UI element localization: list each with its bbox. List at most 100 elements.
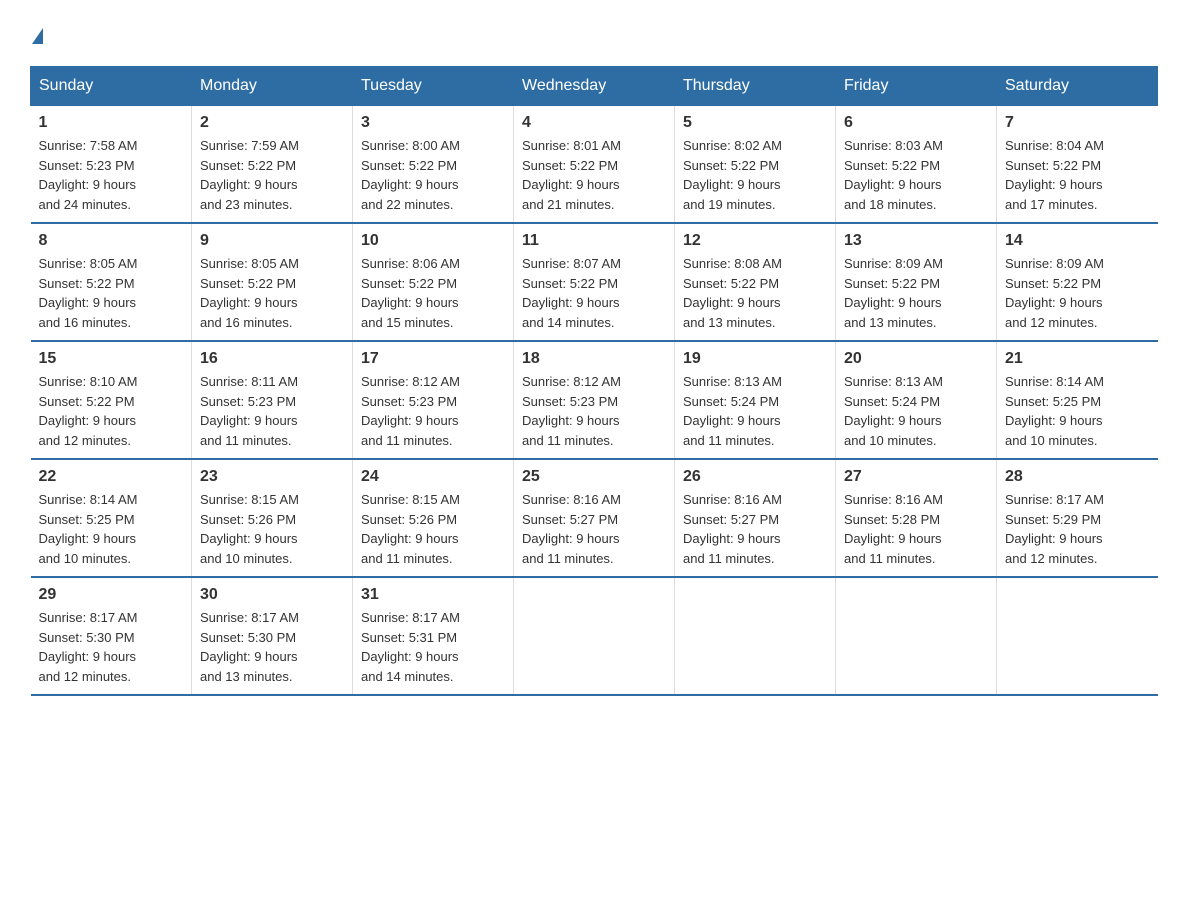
day-number: 4 bbox=[522, 114, 666, 132]
calendar-cell: 11 Sunrise: 8:07 AMSunset: 5:22 PMDayligh… bbox=[514, 223, 675, 341]
calendar-cell: 29Sunrise: 8:17 AMSunset: 5:30 PMDayligh… bbox=[31, 577, 192, 695]
day-number: 18 bbox=[522, 350, 666, 368]
day-number: 20 bbox=[844, 350, 988, 368]
calendar-cell: 20 Sunrise: 8:13 AMSunset: 5:24 PMDayligh… bbox=[836, 341, 997, 459]
calendar-cell: 10 Sunrise: 8:06 AMSunset: 5:22 PMDayligh… bbox=[353, 223, 514, 341]
calendar-cell: 6 Sunrise: 8:03 AMSunset: 5:22 PMDaylight… bbox=[836, 106, 997, 224]
calendar-cell bbox=[675, 577, 836, 695]
calendar-cell: 12Sunrise: 8:08 AMSunset: 5:22 PMDayligh… bbox=[675, 223, 836, 341]
day-info: Sunrise: 8:10 AMSunset: 5:22 PMDaylight:… bbox=[39, 372, 184, 450]
day-number: 24 bbox=[361, 468, 505, 486]
calendar-header-row: SundayMondayTuesdayWednesdayThursdayFrid… bbox=[31, 67, 1158, 106]
calendar-cell: 15Sunrise: 8:10 AMSunset: 5:22 PMDayligh… bbox=[31, 341, 192, 459]
day-number: 11 bbox=[522, 232, 666, 250]
calendar-cell: 31 Sunrise: 8:17 AMSunset: 5:31 PMDayligh… bbox=[353, 577, 514, 695]
logo-triangle-icon bbox=[32, 28, 43, 44]
calendar-cell: 24 Sunrise: 8:15 AMSunset: 5:26 PMDayligh… bbox=[353, 459, 514, 577]
calendar-cell: 30 Sunrise: 8:17 AMSunset: 5:30 PMDayligh… bbox=[192, 577, 353, 695]
day-number: 9 bbox=[200, 232, 344, 250]
day-number: 7 bbox=[1005, 114, 1150, 132]
logo bbox=[30, 30, 43, 46]
day-number: 13 bbox=[844, 232, 988, 250]
day-info: Sunrise: 8:17 AMSunset: 5:31 PMDaylight:… bbox=[361, 608, 505, 686]
calendar-cell: 4 Sunrise: 8:01 AMSunset: 5:22 PMDaylight… bbox=[514, 106, 675, 224]
header-tuesday: Tuesday bbox=[353, 67, 514, 106]
day-number: 29 bbox=[39, 586, 184, 604]
day-info: Sunrise: 8:15 AMSunset: 5:26 PMDaylight:… bbox=[361, 490, 505, 568]
day-number: 23 bbox=[200, 468, 344, 486]
calendar-table: SundayMondayTuesdayWednesdayThursdayFrid… bbox=[30, 66, 1158, 696]
day-number: 26 bbox=[683, 468, 827, 486]
day-info: Sunrise: 8:14 AMSunset: 5:25 PMDaylight:… bbox=[1005, 372, 1150, 450]
day-info: Sunrise: 8:11 AMSunset: 5:23 PMDaylight:… bbox=[200, 372, 344, 450]
day-info: Sunrise: 8:16 AMSunset: 5:27 PMDaylight:… bbox=[522, 490, 666, 568]
day-number: 16 bbox=[200, 350, 344, 368]
day-number: 25 bbox=[522, 468, 666, 486]
day-number: 17 bbox=[361, 350, 505, 368]
header-friday: Friday bbox=[836, 67, 997, 106]
calendar-cell: 23 Sunrise: 8:15 AMSunset: 5:26 PMDayligh… bbox=[192, 459, 353, 577]
header-thursday: Thursday bbox=[675, 67, 836, 106]
calendar-cell: 7 Sunrise: 8:04 AMSunset: 5:22 PMDaylight… bbox=[997, 106, 1158, 224]
calendar-cell: 13Sunrise: 8:09 AMSunset: 5:22 PMDayligh… bbox=[836, 223, 997, 341]
header-sunday: Sunday bbox=[31, 67, 192, 106]
day-info: Sunrise: 8:07 AMSunset: 5:22 PMDaylight:… bbox=[522, 254, 666, 332]
calendar-cell: 22Sunrise: 8:14 AMSunset: 5:25 PMDayligh… bbox=[31, 459, 192, 577]
day-info: Sunrise: 8:01 AMSunset: 5:22 PMDaylight:… bbox=[522, 136, 666, 214]
day-number: 1 bbox=[39, 114, 184, 132]
day-info: Sunrise: 8:13 AMSunset: 5:24 PMDaylight:… bbox=[844, 372, 988, 450]
calendar-week-row: 1 Sunrise: 7:58 AMSunset: 5:23 PMDaylight… bbox=[31, 106, 1158, 224]
calendar-cell: 25 Sunrise: 8:16 AMSunset: 5:27 PMDayligh… bbox=[514, 459, 675, 577]
calendar-cell: 17 Sunrise: 8:12 AMSunset: 5:23 PMDayligh… bbox=[353, 341, 514, 459]
day-number: 14 bbox=[1005, 232, 1150, 250]
day-info: Sunrise: 8:15 AMSunset: 5:26 PMDaylight:… bbox=[200, 490, 344, 568]
day-info: Sunrise: 7:59 AMSunset: 5:22 PMDaylight:… bbox=[200, 136, 344, 214]
day-info: Sunrise: 8:02 AMSunset: 5:22 PMDaylight:… bbox=[683, 136, 827, 214]
day-info: Sunrise: 8:00 AMSunset: 5:22 PMDaylight:… bbox=[361, 136, 505, 214]
calendar-cell: 26 Sunrise: 8:16 AMSunset: 5:27 PMDayligh… bbox=[675, 459, 836, 577]
calendar-cell: 18 Sunrise: 8:12 AMSunset: 5:23 PMDayligh… bbox=[514, 341, 675, 459]
day-number: 21 bbox=[1005, 350, 1150, 368]
calendar-cell: 2 Sunrise: 7:59 AMSunset: 5:22 PMDaylight… bbox=[192, 106, 353, 224]
day-info: Sunrise: 8:06 AMSunset: 5:22 PMDaylight:… bbox=[361, 254, 505, 332]
day-number: 12 bbox=[683, 232, 827, 250]
calendar-cell: 8Sunrise: 8:05 AMSunset: 5:22 PMDaylight… bbox=[31, 223, 192, 341]
day-info: Sunrise: 8:04 AMSunset: 5:22 PMDaylight:… bbox=[1005, 136, 1150, 214]
day-number: 28 bbox=[1005, 468, 1150, 486]
day-info: Sunrise: 8:12 AMSunset: 5:23 PMDaylight:… bbox=[361, 372, 505, 450]
calendar-week-row: 29 Sunrise: 8:17 AMSunset: 5:30 PMDayligh… bbox=[31, 577, 1158, 695]
calendar-cell: 3Sunrise: 8:00 AMSunset: 5:22 PMDaylight… bbox=[353, 106, 514, 224]
day-number: 30 bbox=[200, 586, 344, 604]
calendar-week-row: 15Sunrise: 8:10 AMSunset: 5:22 PMDayligh… bbox=[31, 341, 1158, 459]
day-info: Sunrise: 8:13 AMSunset: 5:24 PMDaylight:… bbox=[683, 372, 827, 450]
calendar-cell: 1 Sunrise: 7:58 AMSunset: 5:23 PMDaylight… bbox=[31, 106, 192, 224]
calendar-cell: 21 Sunrise: 8:14 AMSunset: 5:25 PMDayligh… bbox=[997, 341, 1158, 459]
day-info: Sunrise: 8:16 AMSunset: 5:28 PMDaylight:… bbox=[844, 490, 988, 568]
calendar-cell bbox=[514, 577, 675, 695]
day-info: Sunrise: 8:17 AMSunset: 5:29 PMDaylight:… bbox=[1005, 490, 1150, 568]
day-number: 22 bbox=[39, 468, 184, 486]
day-number: 8 bbox=[39, 232, 184, 250]
day-info: Sunrise: 8:16 AMSunset: 5:27 PMDaylight:… bbox=[683, 490, 827, 568]
day-info: Sunrise: 8:09 AMSunset: 5:22 PMDaylight:… bbox=[1005, 254, 1150, 332]
day-info: Sunrise: 8:17 AMSunset: 5:30 PMDaylight:… bbox=[200, 608, 344, 686]
day-info: Sunrise: 8:05 AMSunset: 5:22 PMDaylight:… bbox=[200, 254, 344, 332]
calendar-week-row: 8 Sunrise: 8:05 AMSunset: 5:22 PMDaylight… bbox=[31, 223, 1158, 341]
calendar-cell: 28 Sunrise: 8:17 AMSunset: 5:29 PMDayligh… bbox=[997, 459, 1158, 577]
day-number: 19 bbox=[683, 350, 827, 368]
header-monday: Monday bbox=[192, 67, 353, 106]
calendar-cell bbox=[997, 577, 1158, 695]
day-number: 6 bbox=[844, 114, 988, 132]
calendar-cell: 16 Sunrise: 8:11 AMSunset: 5:23 PMDayligh… bbox=[192, 341, 353, 459]
calendar-cell: 19 Sunrise: 8:13 AMSunset: 5:24 PMDayligh… bbox=[675, 341, 836, 459]
day-info: Sunrise: 8:12 AMSunset: 5:23 PMDaylight:… bbox=[522, 372, 666, 450]
header bbox=[30, 30, 1158, 46]
calendar-cell: 9 Sunrise: 8:05 AMSunset: 5:22 PMDaylight… bbox=[192, 223, 353, 341]
day-number: 10 bbox=[361, 232, 505, 250]
header-saturday: Saturday bbox=[997, 67, 1158, 106]
calendar-cell: 27Sunrise: 8:16 AMSunset: 5:28 PMDayligh… bbox=[836, 459, 997, 577]
day-info: Sunrise: 8:03 AMSunset: 5:22 PMDaylight:… bbox=[844, 136, 988, 214]
day-info: Sunrise: 7:58 AMSunset: 5:23 PMDaylight:… bbox=[39, 136, 184, 214]
day-number: 31 bbox=[361, 586, 505, 604]
day-number: 2 bbox=[200, 114, 344, 132]
